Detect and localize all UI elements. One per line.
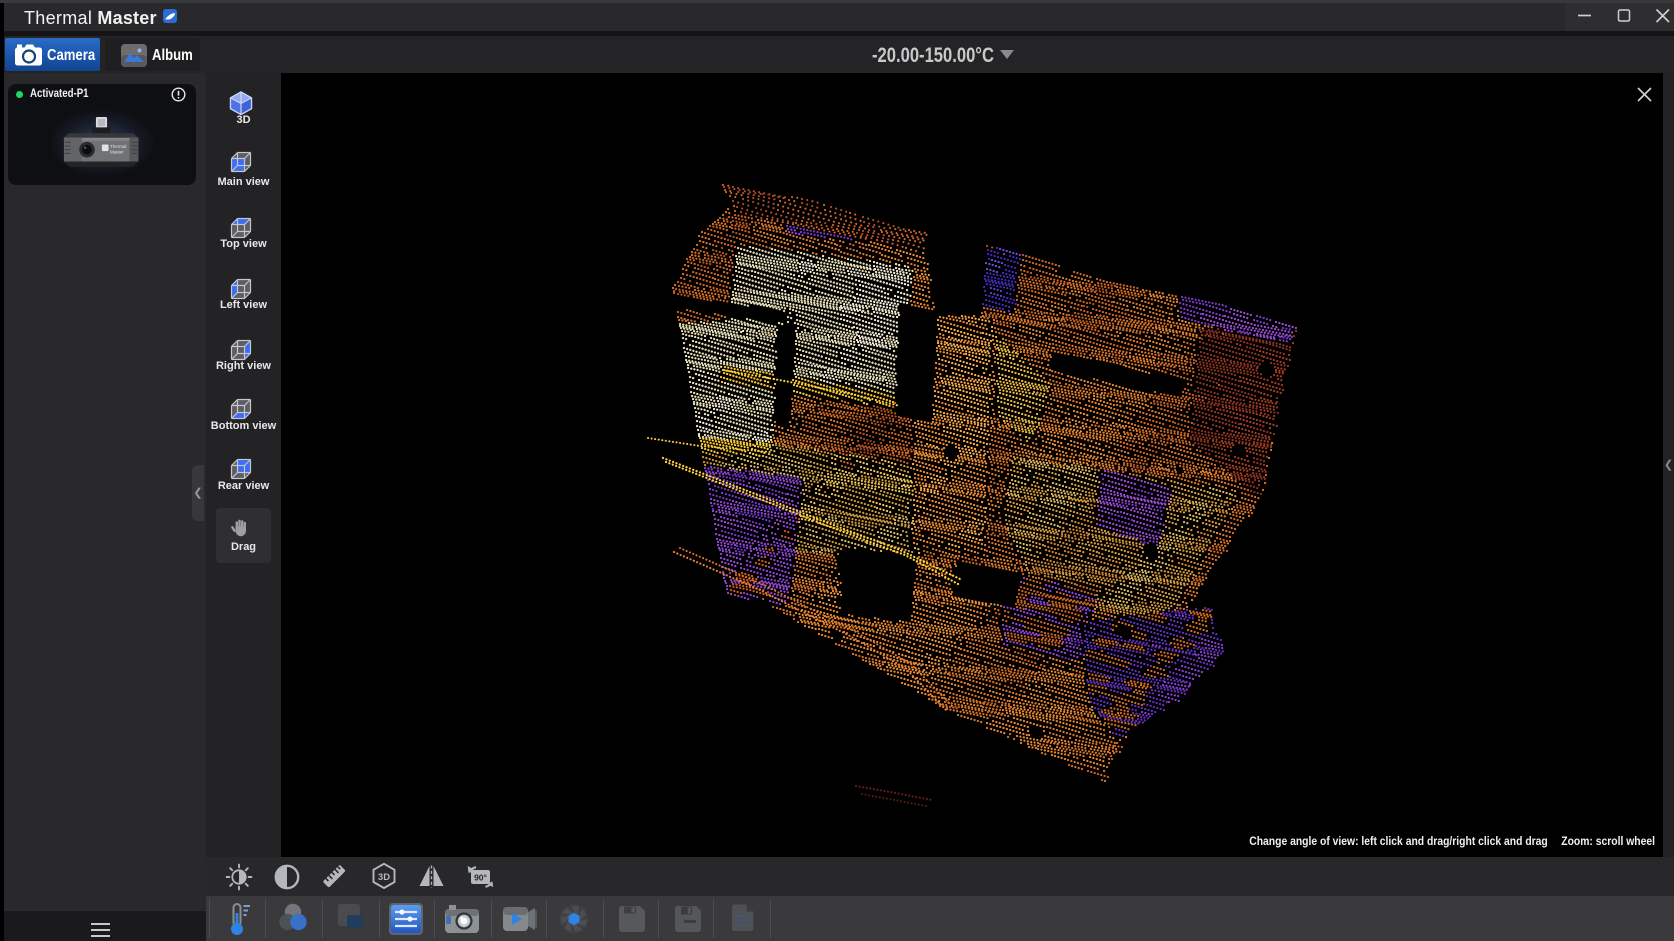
svg-text:Master: Master — [110, 149, 124, 154]
svg-text:90°: 90° — [474, 873, 487, 883]
svg-text:Thermal: Thermal — [110, 144, 126, 149]
svg-text:3D: 3D — [378, 872, 390, 883]
